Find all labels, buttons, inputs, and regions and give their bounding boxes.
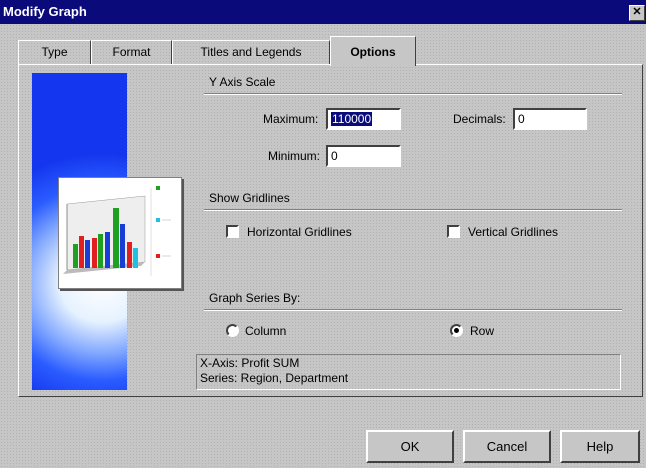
cancel-button[interactable]: Cancel xyxy=(463,430,551,463)
help-button[interactable]: Help xyxy=(560,430,640,463)
row-radio-label[interactable]: Row xyxy=(470,324,494,338)
maximum-input[interactable]: 110000 xyxy=(326,108,401,130)
column-radio[interactable] xyxy=(226,324,239,337)
horizontal-gridlines-checkbox[interactable] xyxy=(226,225,239,238)
minimum-label: Minimum: xyxy=(268,149,321,163)
column-radio-label[interactable]: Column xyxy=(245,324,286,338)
maximum-value: 110000 xyxy=(331,112,373,126)
series-divider xyxy=(204,309,622,311)
title-bar: Modify Graph ✕ xyxy=(0,0,646,24)
horizontal-gridlines-label[interactable]: Horizontal Gridlines xyxy=(247,225,352,239)
row-radio[interactable] xyxy=(450,324,463,337)
decimals-label: Decimals: xyxy=(453,112,506,126)
row-radio-selected-dot xyxy=(454,328,459,333)
graph-series-by-heading: Graph Series By: xyxy=(209,291,301,305)
modify-graph-dialog: Modify Graph ✕ Type Format Titles and Le… xyxy=(0,0,646,468)
window-title: Modify Graph xyxy=(3,4,87,19)
decimals-input[interactable]: 0 xyxy=(513,108,587,130)
tab-options[interactable]: Options xyxy=(330,36,416,66)
tab-titles-and-legends[interactable]: Titles and Legends xyxy=(172,40,330,64)
bar-chart-thumbnail-icon xyxy=(63,186,171,276)
vertical-gridlines-checkbox[interactable] xyxy=(447,225,460,238)
maximum-label-text: Maximum: xyxy=(263,112,319,126)
show-gridlines-heading: Show Gridlines xyxy=(209,191,290,205)
gridlines-divider xyxy=(204,209,622,211)
tab-format[interactable]: Format xyxy=(91,40,172,64)
minimum-input[interactable]: 0 xyxy=(326,145,401,167)
y-axis-divider xyxy=(204,93,622,95)
graph-preview-thumbnail xyxy=(58,177,182,289)
series-summary: Series: Region, Department xyxy=(200,371,349,385)
close-icon[interactable]: ✕ xyxy=(629,5,645,21)
tab-type[interactable]: Type xyxy=(18,40,91,64)
vertical-gridlines-label[interactable]: Vertical Gridlines xyxy=(468,225,558,239)
series-summary-box: X-Axis: Profit SUM Series: Region, Depar… xyxy=(196,354,621,390)
ok-button[interactable]: OK xyxy=(366,430,454,463)
maximum-label: Maximum: xyxy=(263,112,318,126)
y-axis-scale-heading: Y Axis Scale xyxy=(209,75,276,89)
x-axis-summary: X-Axis: Profit SUM xyxy=(200,356,300,370)
